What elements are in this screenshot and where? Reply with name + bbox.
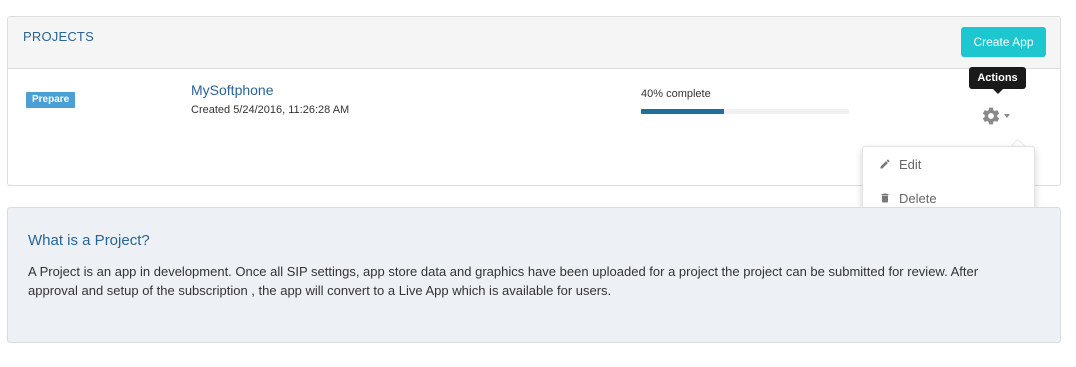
- progress-bar-fill: [641, 109, 725, 114]
- panel-title: PROJECTS: [23, 29, 94, 44]
- tooltip-arrow: [993, 89, 1003, 94]
- chevron-down-icon: [1004, 114, 1010, 118]
- info-box: What is a Project? A Project is an app i…: [7, 207, 1061, 343]
- create-app-button[interactable]: Create App: [961, 27, 1046, 57]
- progress-label: 40% complete: [641, 88, 711, 100]
- menu-item-edit[interactable]: Edit: [863, 149, 1034, 179]
- trash-icon: [881, 193, 889, 203]
- actions-tooltip: Actions: [969, 67, 1026, 89]
- info-title: What is a Project?: [28, 232, 150, 249]
- status-badge: Prepare: [26, 92, 76, 108]
- actions-dropdown-menu: Edit Delete: [862, 146, 1035, 214]
- gear-icon: [982, 107, 1000, 125]
- projects-panel-header: PROJECTS Create App: [8, 17, 1060, 69]
- menu-item-label: Delete: [899, 191, 937, 206]
- menu-item-label: Edit: [899, 157, 922, 172]
- project-name-link[interactable]: MySoftphone: [191, 82, 274, 98]
- info-text: A Project is an app in development. Once…: [28, 264, 979, 298]
- project-created-date: Created 5/24/2016, 11:26:28 AM: [191, 104, 350, 116]
- pencil-icon: [880, 159, 890, 169]
- actions-menu-button[interactable]: [981, 106, 1021, 126]
- progress-bar: [641, 109, 849, 114]
